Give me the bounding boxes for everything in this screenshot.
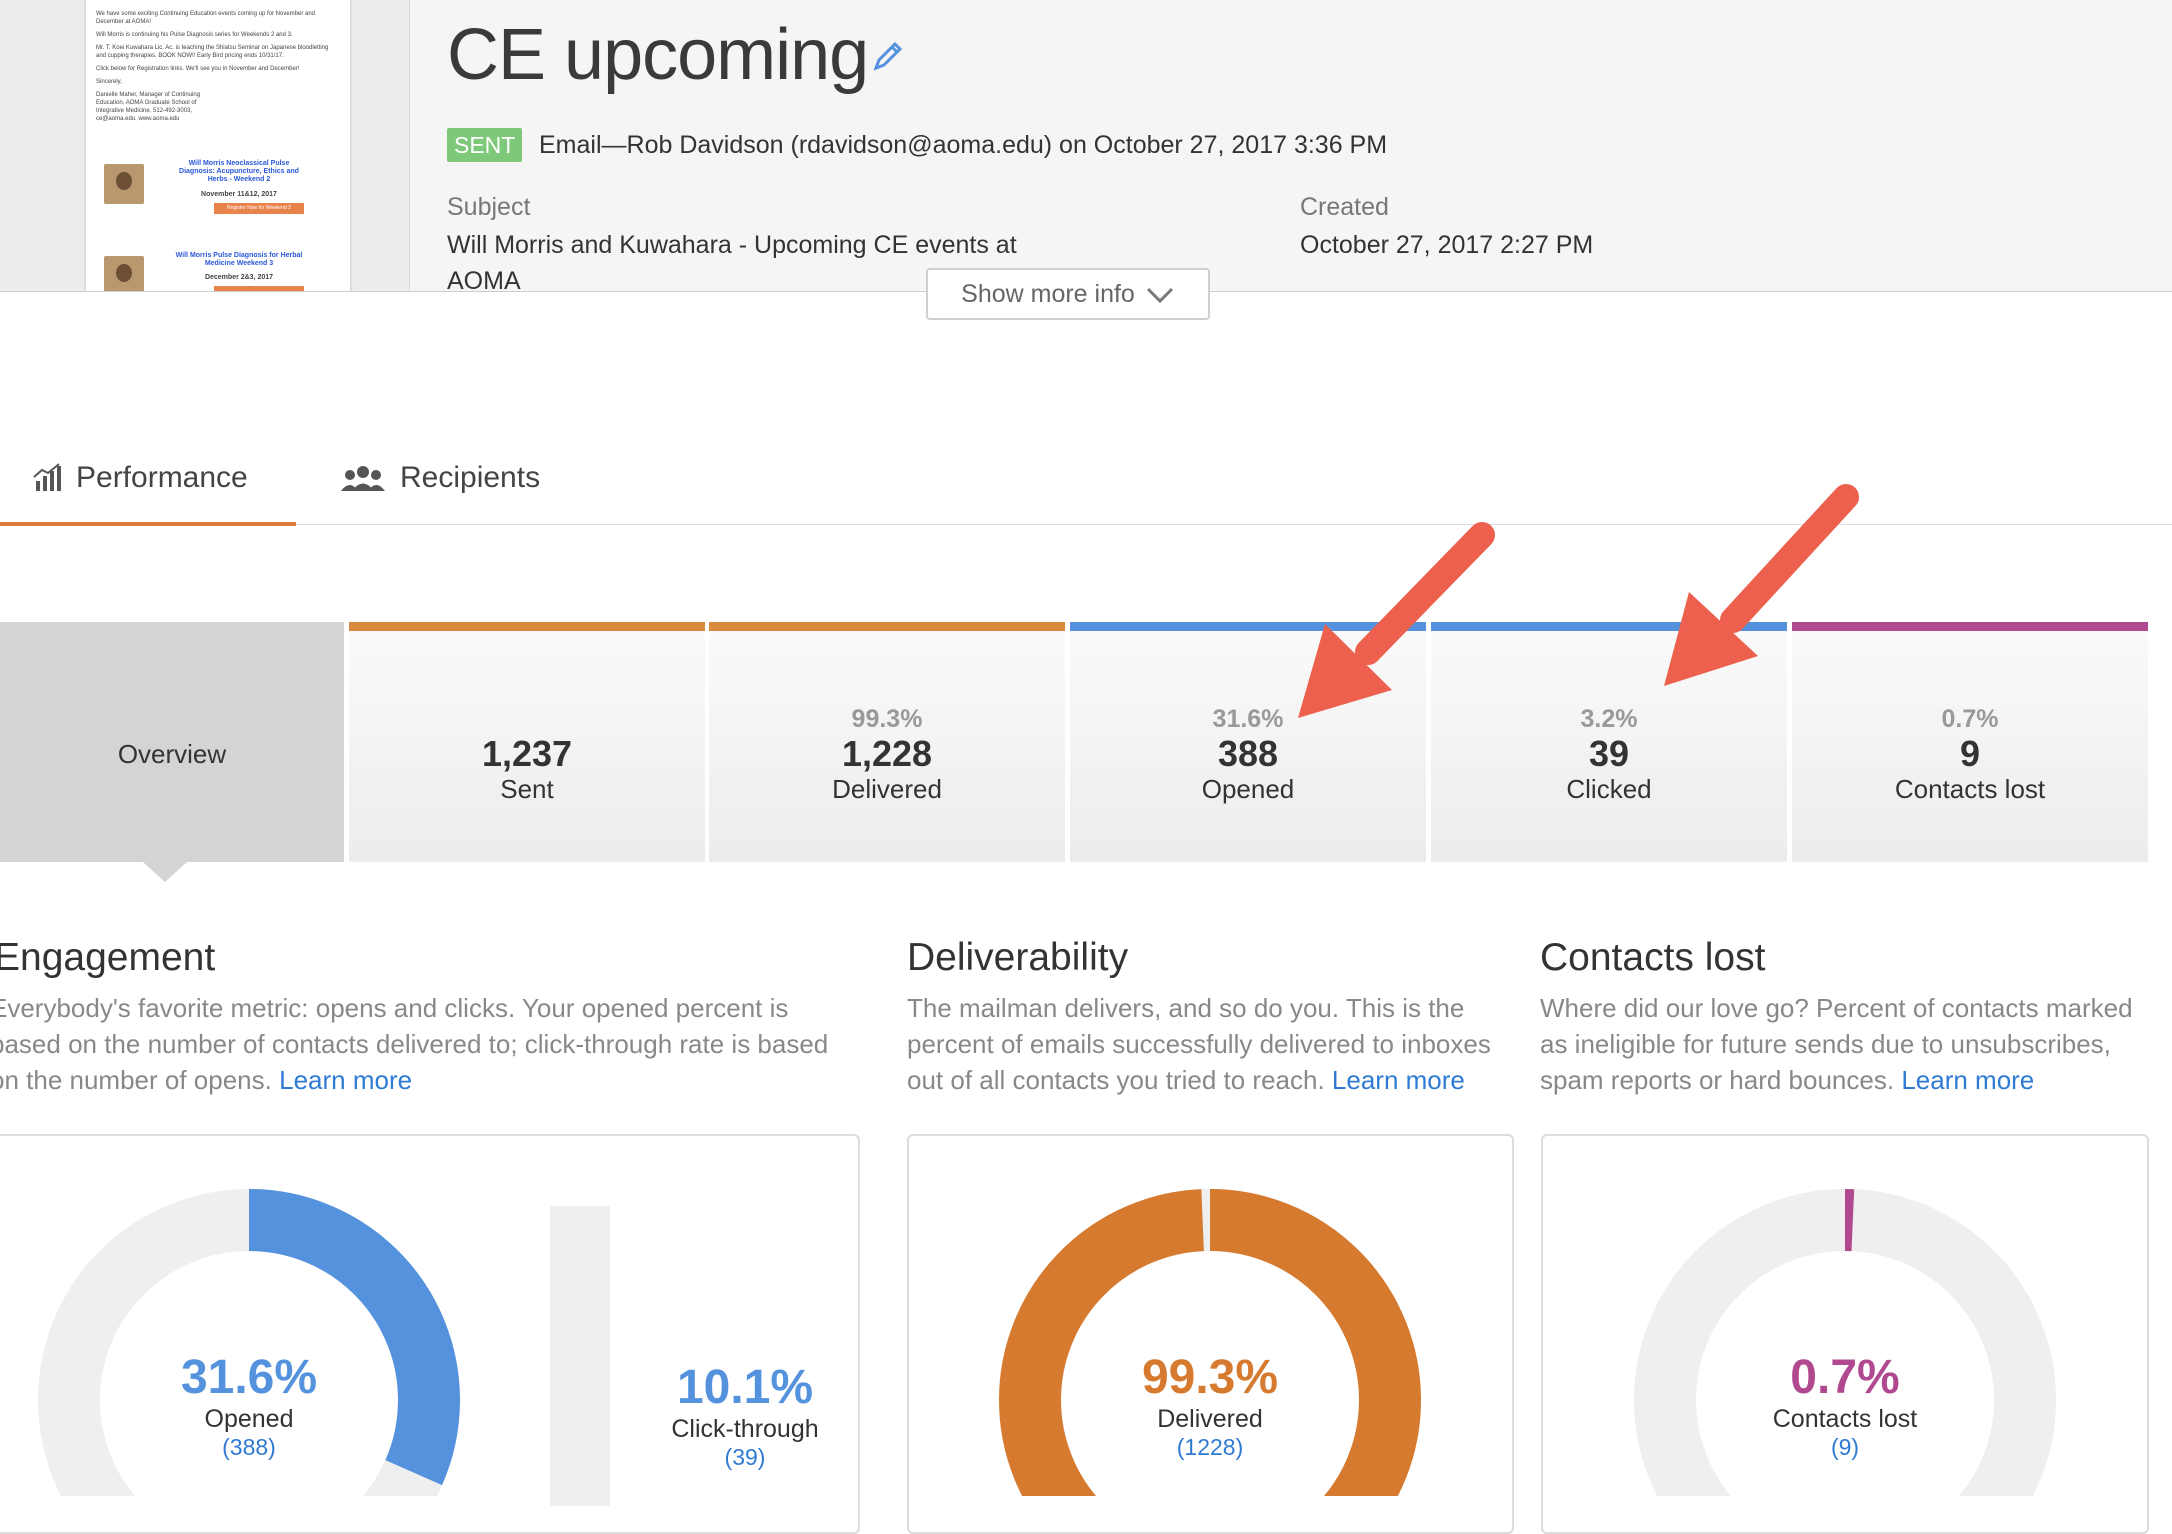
ring-percent: 99.3%	[1141, 1351, 1279, 1404]
ring-label: Opened	[204, 1405, 294, 1433]
show-more-label: Show more info	[961, 280, 1135, 308]
contacts-lost-ring-label: 0.7% Contacts lost (9)	[1725, 1350, 1965, 1461]
ring-percent: 0.7%	[1790, 1351, 1900, 1404]
ring-percent: 31.6%	[180, 1351, 318, 1404]
ring-count[interactable]: (9)	[1725, 1434, 1965, 1461]
engagement-ring-label: 31.6% Opened (388)	[129, 1350, 369, 1461]
chevron-down-icon	[1146, 288, 1173, 304]
ring-count[interactable]: (1228)	[1090, 1434, 1330, 1461]
deliverability-ring-label: 99.3% Delivered (1228)	[1090, 1350, 1330, 1461]
ring-label: Contacts lost	[1772, 1405, 1918, 1433]
ring-label: Delivered	[1157, 1405, 1263, 1433]
click-through-label: 10.1% Click-through (39)	[640, 1360, 850, 1471]
ct-label: Click-through	[671, 1415, 819, 1443]
donut-layer	[38, 1189, 2056, 1496]
ct-percent: 10.1%	[676, 1361, 814, 1414]
ct-count[interactable]: (39)	[640, 1444, 850, 1471]
show-more-info-button[interactable]: Show more info	[926, 268, 1210, 320]
ring-count[interactable]: (388)	[129, 1434, 369, 1461]
